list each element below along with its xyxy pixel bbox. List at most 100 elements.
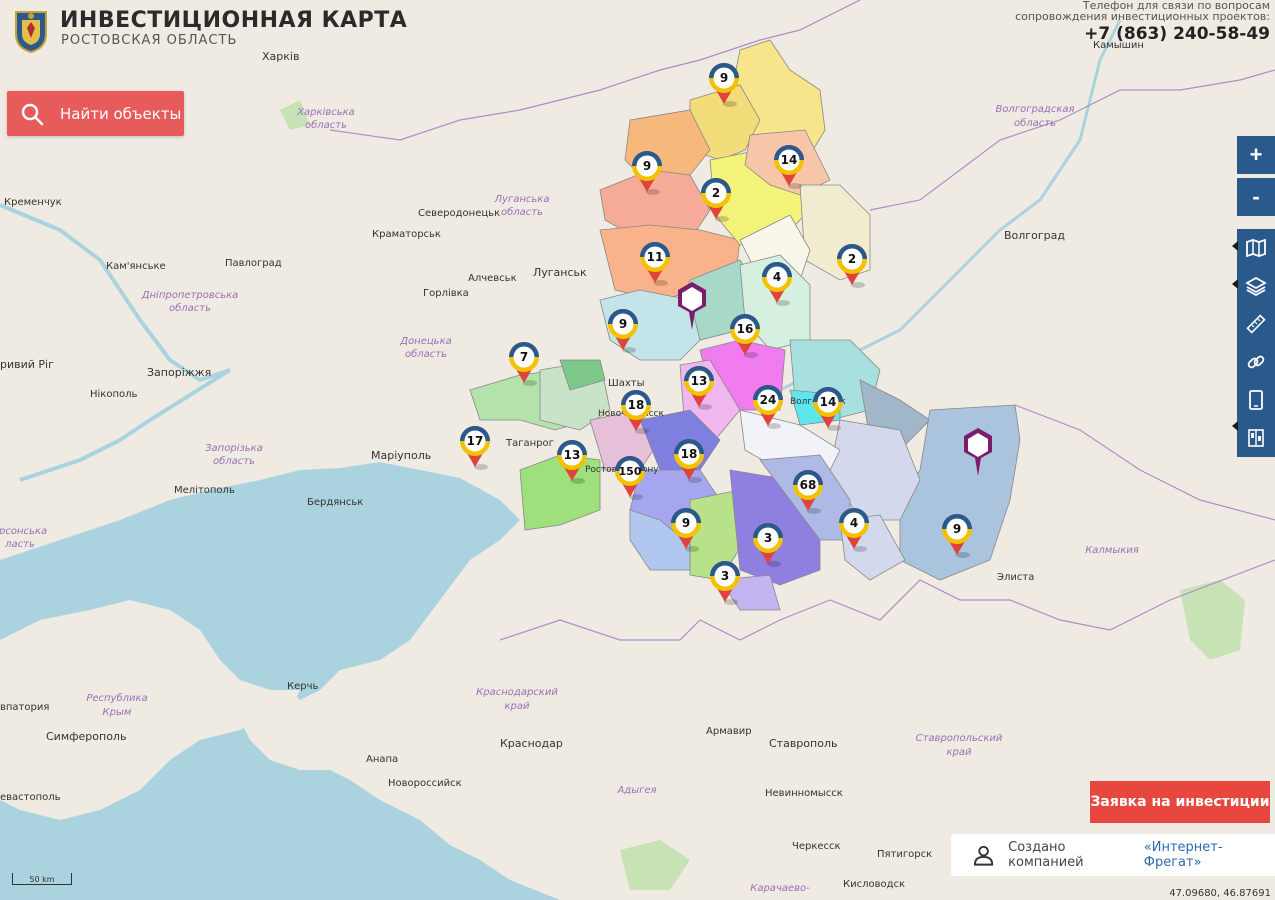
toolbar-pointers <box>1232 241 1238 431</box>
legend-button[interactable] <box>1237 419 1275 457</box>
label-volgograd: Волгоград <box>1004 229 1065 242</box>
label-severodonetsk: Северодонецьк <box>418 208 500 219</box>
svg-text:область: область <box>169 302 211 314</box>
region-karachaevo: Карачаево- <box>750 883 810 894</box>
label-sevastopol: евастополь <box>0 792 61 803</box>
svg-text:ласть: ласть <box>4 539 35 550</box>
object-count-label: 4 <box>773 270 781 284</box>
layers-stack-icon <box>1245 276 1267 297</box>
rostov-crest-icon[interactable] <box>12 8 50 54</box>
label-taganrog: Таганрог <box>505 438 554 449</box>
object-count-label: 150 <box>619 465 642 478</box>
label-alchevsk: Алчевськ <box>468 273 517 284</box>
label-pavlohrad: Павлоград <box>225 258 282 269</box>
region-kalmykiya: Калмыкия <box>1085 545 1139 556</box>
object-count-label: 2 <box>848 252 856 266</box>
credits-link[interactable]: «Интернет-Фрегат» <box>1144 840 1275 870</box>
object-count-label: 13 <box>564 448 581 462</box>
object-count-label: 3 <box>764 531 772 545</box>
layers-button[interactable] <box>1237 267 1275 305</box>
label-kislovodsk: Кисловодск <box>843 879 905 890</box>
label-simferopol: Симферополь <box>46 730 126 743</box>
object-count-label: 24 <box>760 393 777 407</box>
label-shakhty: Шахты <box>608 378 644 389</box>
label-kremenchuk: Кременчук <box>4 197 62 208</box>
object-count-label: 4 <box>850 516 858 530</box>
svg-text:область: область <box>213 455 255 467</box>
label-stavropol: Ставрополь <box>769 737 837 750</box>
object-count-label: 9 <box>682 516 690 530</box>
region-adygea: Адыгея <box>616 785 656 796</box>
contact-line: сопровождения инвестиционных проектов: <box>1015 10 1270 23</box>
map-canvas[interactable]: Харків Камышин Кременчук Северодонецьк К… <box>0 0 1275 900</box>
find-objects-button[interactable]: Найти объекты <box>7 91 184 136</box>
legend-icon <box>1248 429 1264 447</box>
object-count-label: 7 <box>520 350 528 364</box>
tablet-icon <box>1249 390 1263 410</box>
label-armavir: Армавир <box>706 726 752 737</box>
label-horlivka: Горлівка <box>423 287 469 299</box>
object-count-label: 9 <box>643 159 651 173</box>
ruler-icon <box>1246 314 1266 334</box>
link-icon <box>1247 355 1265 369</box>
object-count-label: 9 <box>953 522 961 536</box>
label-novorossiysk: Новороссийск <box>388 778 462 789</box>
object-count-label: 9 <box>619 317 627 331</box>
label-kamianske: Кам'янське <box>106 261 166 272</box>
header: ИНВЕСТИЦИОННАЯ КАРТА РОСТОВСКАЯ ОБЛАСТЬ … <box>0 0 1275 60</box>
page-title: ИНВЕСТИЦИОННАЯ КАРТА <box>60 8 408 33</box>
investment-request-button[interactable]: Заявка на инвестиции <box>1090 781 1270 823</box>
svg-text:край: край <box>946 747 972 758</box>
contact-block: Телефон для связи по вопросам сопровожде… <box>1015 0 1270 45</box>
region-stavropolsky: Ставропольский <box>916 733 1003 744</box>
region-kharkivska: Харківська <box>296 106 355 118</box>
object-count-label: 18 <box>681 447 698 461</box>
object-count-label: 11 <box>647 250 664 264</box>
label-anapa: Анапа <box>366 754 398 765</box>
label-krasnodar: Краснодар <box>500 737 563 750</box>
region-volgogradskaya: Волгоградская <box>995 104 1074 115</box>
label-kramatorsk: Краматорськ <box>372 229 441 240</box>
search-icon <box>21 103 44 125</box>
phone-number[interactable]: +7 (863) 240-58-49 <box>1015 23 1270 45</box>
label-kerch: Керчь <box>287 681 319 692</box>
page-subtitle: РОСТОВСКАЯ ОБЛАСТЬ <box>61 33 238 48</box>
zoom-in-button[interactable]: + <box>1237 136 1275 174</box>
basemap-button[interactable] <box>1237 229 1275 267</box>
credits-text: Создано компанией <box>1008 840 1084 870</box>
svg-text:Крым: Крым <box>103 707 132 718</box>
svg-text:область: область <box>405 348 447 360</box>
svg-text:область: область <box>305 119 347 131</box>
scale-bar: 50 km <box>12 873 72 885</box>
print-button[interactable] <box>1237 381 1275 419</box>
region-donetska: Донецька <box>399 336 452 347</box>
object-count-label: 3 <box>721 569 729 583</box>
label-zaporizhzhia: Запоріжжя <box>147 366 211 379</box>
region-luhanska: Луганська <box>494 194 550 205</box>
find-objects-label: Найти объекты <box>60 104 182 123</box>
credits-bar: Создано компанией «Интернет-Фрегат» <box>951 834 1275 876</box>
label-cherkessk: Черкесск <box>792 841 841 852</box>
label-pyatigorsk: Пятигорск <box>877 849 932 860</box>
svg-text:область: область <box>501 206 543 218</box>
label-luhansk: Луганськ <box>533 266 587 279</box>
region-khersonska: ерсонська <box>0 526 47 537</box>
region-krym: Республика <box>86 692 147 704</box>
measure-button[interactable] <box>1237 305 1275 343</box>
label-evpatoriya: впатория <box>0 702 49 713</box>
share-link-button[interactable] <box>1237 343 1275 381</box>
region-zaporizka: Запорізька <box>205 442 263 454</box>
label-nikopol: Нікополь <box>90 388 138 400</box>
object-count-label: 9 <box>720 71 728 85</box>
svg-text:край: край <box>504 701 530 712</box>
object-count-label: 18 <box>628 398 645 412</box>
object-count-label: 14 <box>820 395 837 409</box>
object-count-label: 14 <box>781 153 798 167</box>
map-layers-icon <box>1246 238 1266 258</box>
region-krasnodarsky: Краснодарский <box>476 687 558 698</box>
zoom-out-button[interactable]: - <box>1237 178 1275 216</box>
object-count-label: 2 <box>712 186 720 200</box>
label-mariupol: Маріуполь <box>371 449 431 462</box>
object-count-label: 13 <box>691 374 708 388</box>
object-count-label: 16 <box>737 322 754 336</box>
